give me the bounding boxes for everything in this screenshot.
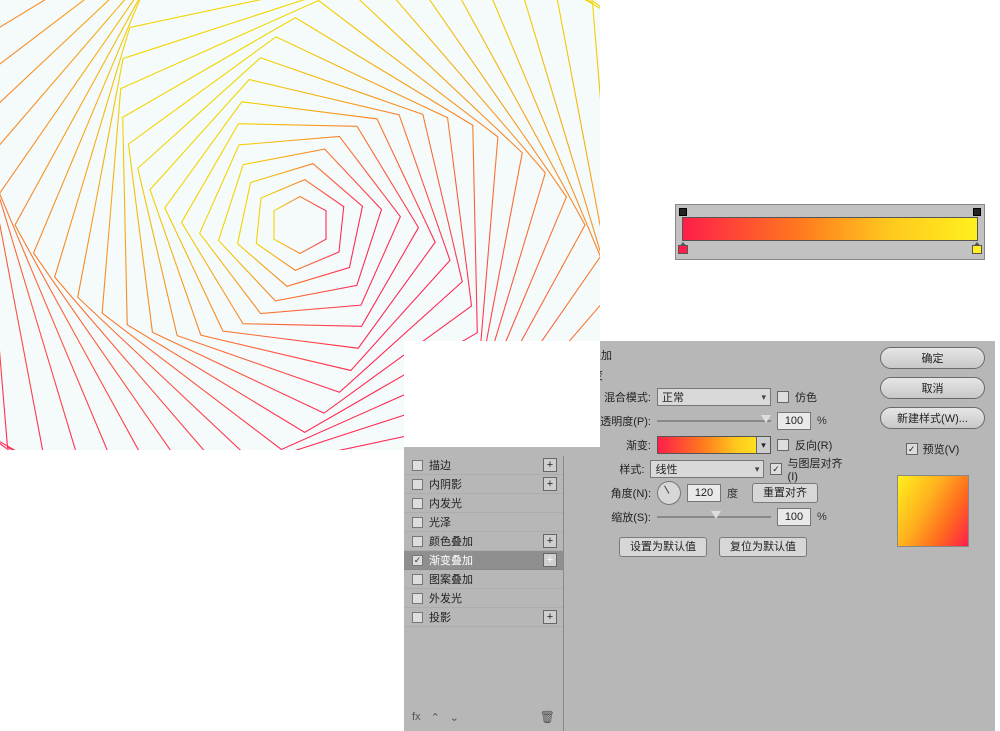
style-checkbox[interactable]	[412, 498, 423, 509]
style-row-4[interactable]: 颜色叠加 +	[404, 532, 563, 551]
chevron-down-icon: ▾	[756, 437, 770, 453]
style-checkbox[interactable]	[412, 612, 423, 623]
style-row-6[interactable]: 图案叠加	[404, 570, 563, 589]
gradient-overlay-settings: 变叠加 新变 混合模式: 正常▾ 仿色 不透明度(P): 100 % 渐变: ▾…	[579, 347, 847, 557]
fx-label: fx	[412, 711, 421, 723]
set-default-button[interactable]: 设置为默认值	[619, 537, 707, 557]
dither-label: 仿色	[795, 389, 817, 405]
angle-unit: 度	[727, 485, 738, 501]
chevron-down-icon: ▾	[755, 464, 760, 475]
style-checkbox[interactable]	[412, 517, 423, 528]
style-label: 内阴影	[429, 476, 462, 492]
angle-dial[interactable]	[657, 481, 681, 505]
opacity-stop-left[interactable]	[679, 208, 687, 216]
section-title-1: 变叠加	[579, 347, 847, 363]
add-instance-button[interactable]: +	[543, 553, 557, 567]
ok-button[interactable]: 确定	[880, 347, 985, 369]
dialog-right-column: 确定 取消 新建样式(W)... 预览(V)	[880, 347, 985, 547]
style-value: 线性	[655, 461, 677, 477]
style-row-2[interactable]: 内发光	[404, 494, 563, 513]
arrow-up-icon[interactable]: ⌃	[431, 711, 440, 724]
scale-slider[interactable]	[657, 511, 771, 523]
style-row-3[interactable]: 光泽	[404, 513, 563, 532]
style-label: 图案叠加	[429, 571, 473, 587]
blend-mode-select[interactable]: 正常 ▾	[657, 388, 771, 406]
layer-style-dialog: 描边 + 内阴影 + 内发光光泽颜色叠加 + 渐变叠加 + 图案叠加外发光投影 + fx ⌃ ⌄ …	[404, 341, 995, 731]
style-row-0[interactable]: 描边 +	[404, 456, 563, 475]
reverse-label: 反向(R)	[795, 437, 832, 453]
style-select[interactable]: 线性 ▾	[650, 460, 764, 478]
cancel-button[interactable]: 取消	[880, 377, 985, 399]
style-row-1[interactable]: 内阴影 +	[404, 475, 563, 494]
dither-checkbox[interactable]	[777, 391, 789, 403]
opacity-slider[interactable]	[657, 415, 771, 427]
style-label: 投影	[429, 609, 451, 625]
scale-input[interactable]: 100	[777, 508, 811, 526]
style-row-8[interactable]: 投影 +	[404, 608, 563, 627]
opacity-unit: %	[817, 415, 827, 427]
color-stop-right[interactable]	[972, 242, 982, 254]
style-checkbox[interactable]	[412, 536, 423, 547]
gradient-bar[interactable]	[682, 217, 978, 241]
arrow-down-icon[interactable]: ⌄	[450, 711, 459, 724]
add-instance-button[interactable]: +	[543, 477, 557, 491]
style-checkbox[interactable]	[412, 555, 423, 566]
chevron-down-icon: ▾	[761, 392, 766, 403]
style-label: 内发光	[429, 495, 462, 511]
styles-list: 描边 + 内阴影 + 内发光光泽颜色叠加 + 渐变叠加 + 图案叠加外发光投影 + fx ⌃ ⌄ …	[404, 456, 564, 731]
style-checkbox[interactable]	[412, 460, 423, 471]
color-stop-left[interactable]	[678, 242, 688, 254]
opacity-input[interactable]: 100	[777, 412, 811, 430]
style-row-5[interactable]: 渐变叠加 +	[404, 551, 563, 570]
style-label: 样式:	[579, 461, 644, 477]
preview-checkbox[interactable]	[906, 443, 918, 455]
style-row-7[interactable]: 外发光	[404, 589, 563, 608]
style-label: 光泽	[429, 514, 451, 530]
blend-mode-value: 正常	[662, 389, 684, 405]
style-checkbox[interactable]	[412, 593, 423, 604]
style-label: 颜色叠加	[429, 533, 473, 549]
style-checkbox[interactable]	[412, 574, 423, 585]
scale-unit: %	[817, 511, 827, 523]
gradient-picker[interactable]: ▾	[657, 436, 771, 454]
add-instance-button[interactable]: +	[543, 534, 557, 548]
style-label: 描边	[429, 457, 451, 473]
add-instance-button[interactable]: +	[543, 610, 557, 624]
opacity-stop-right[interactable]	[973, 208, 981, 216]
scale-label: 缩放(S):	[579, 509, 651, 525]
section-title-2: 新变	[581, 367, 847, 383]
angle-label: 角度(N):	[579, 485, 651, 501]
reset-align-button[interactable]: 重置对齐	[752, 483, 818, 503]
add-instance-button[interactable]: +	[543, 458, 557, 472]
reset-default-button[interactable]: 复位为默认值	[719, 537, 807, 557]
styles-footer: fx ⌃ ⌄ 🗑	[404, 703, 563, 731]
preview-label: 预览(V)	[923, 441, 960, 457]
reverse-checkbox[interactable]	[777, 439, 789, 451]
style-label: 外发光	[429, 590, 462, 606]
align-layer-label: 与图层对齐(I)	[788, 455, 847, 483]
style-checkbox[interactable]	[412, 479, 423, 490]
trash-icon[interactable]: 🗑	[540, 710, 555, 724]
new-style-button[interactable]: 新建样式(W)...	[880, 407, 985, 429]
angle-input[interactable]: 120	[687, 484, 721, 502]
align-layer-checkbox[interactable]	[770, 463, 781, 475]
gradient-editor[interactable]	[675, 204, 985, 260]
style-label: 渐变叠加	[429, 552, 473, 568]
preview-swatch	[897, 475, 969, 547]
